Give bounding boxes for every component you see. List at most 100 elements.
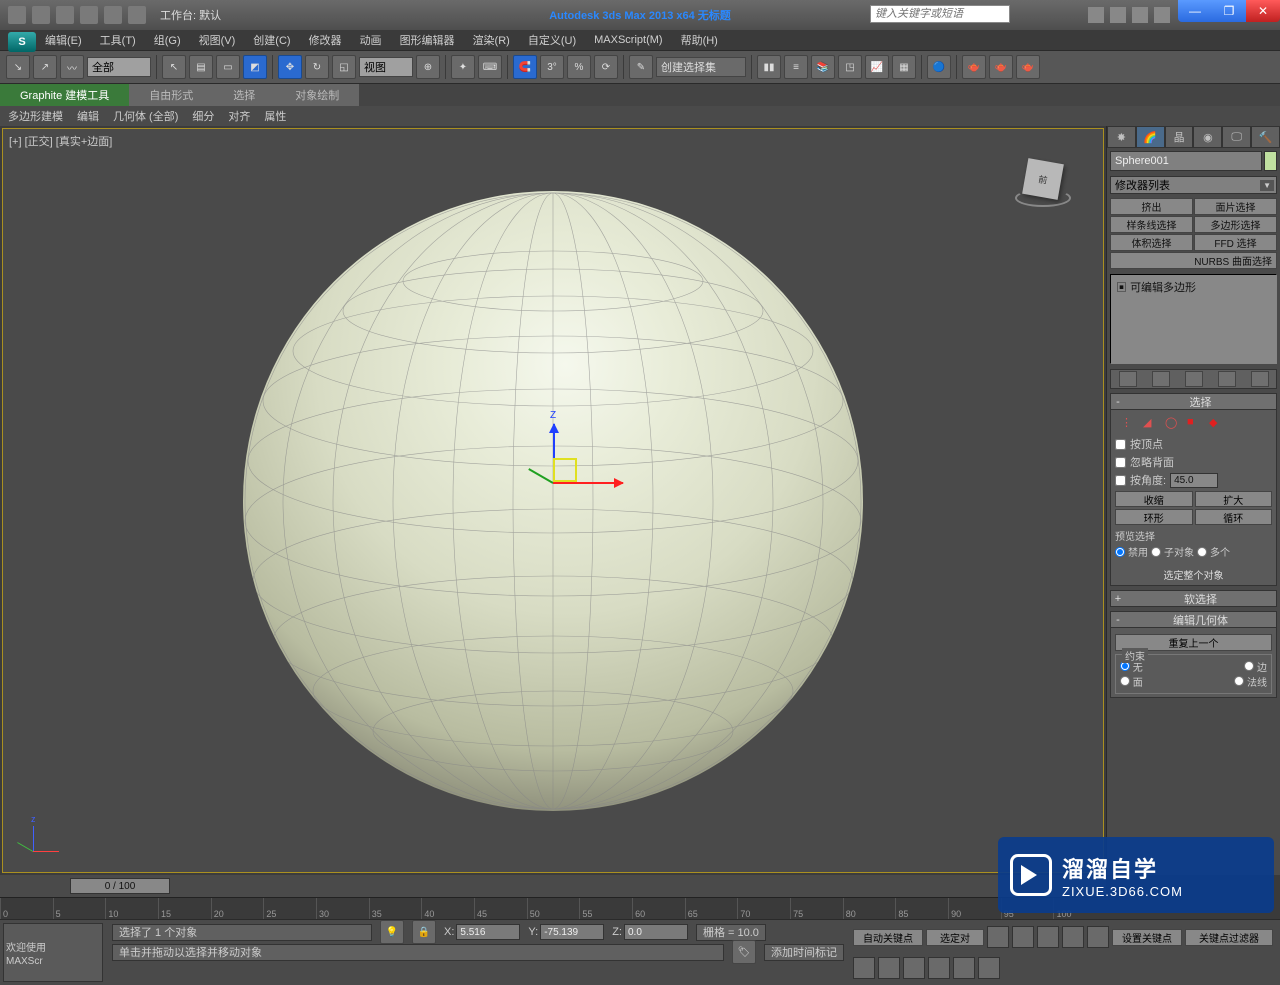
- ring-button[interactable]: 环形: [1115, 509, 1193, 525]
- display-tab-icon[interactable]: 🖵: [1222, 126, 1251, 148]
- nav-fov-icon[interactable]: [928, 957, 950, 979]
- align-icon[interactable]: ≡: [784, 55, 808, 79]
- select-region-icon[interactable]: ▭: [216, 55, 240, 79]
- layers-icon[interactable]: 📚: [811, 55, 835, 79]
- subtab-edit[interactable]: 编辑: [77, 108, 99, 124]
- help-search[interactable]: [870, 5, 1010, 23]
- btn-extrude[interactable]: 挤出: [1110, 198, 1193, 215]
- menu-edit[interactable]: 编辑(E): [45, 32, 82, 48]
- goto-start-icon[interactable]: [987, 926, 1009, 948]
- setkey-button[interactable]: 设置关键点: [1112, 929, 1182, 946]
- window-crossing-icon[interactable]: ◩: [243, 55, 267, 79]
- subobj-border-icon[interactable]: ◯: [1165, 416, 1181, 432]
- menu-grapheditors[interactable]: 图形编辑器: [400, 32, 455, 48]
- menu-customize[interactable]: 自定义(U): [528, 32, 576, 48]
- subobj-edge-icon[interactable]: ◢: [1143, 416, 1159, 432]
- angle-snap-icon[interactable]: 3°: [540, 55, 564, 79]
- select-scale-icon[interactable]: ◱: [332, 55, 356, 79]
- subtab-geometry[interactable]: 几何体 (全部): [113, 108, 178, 124]
- star-icon[interactable]: [1132, 7, 1148, 23]
- render-icon[interactable]: 🫖: [1016, 55, 1040, 79]
- next-frame-icon[interactable]: [1062, 926, 1084, 948]
- coord-x-field[interactable]: 5.516: [456, 924, 520, 940]
- wrench-icon[interactable]: [1110, 7, 1126, 23]
- menu-views[interactable]: 视图(V): [199, 32, 236, 48]
- subobj-polygon-icon[interactable]: ■: [1187, 416, 1203, 432]
- ribbon-tab-objectpaint[interactable]: 对象绘制: [275, 84, 359, 106]
- communication-icon[interactable]: [1088, 7, 1104, 23]
- select-rotate-icon[interactable]: ↻: [305, 55, 329, 79]
- nav-zoom-icon[interactable]: [878, 957, 900, 979]
- prev-frame-icon[interactable]: [1012, 926, 1034, 948]
- object-color-swatch[interactable]: [1264, 151, 1277, 171]
- schematic-icon[interactable]: ▦: [892, 55, 916, 79]
- new-icon[interactable]: [8, 6, 26, 24]
- utilities-tab-icon[interactable]: 🔨: [1251, 126, 1280, 148]
- save-icon[interactable]: [56, 6, 74, 24]
- keyboard-shortcut-icon[interactable]: ⌨: [478, 55, 502, 79]
- minimize-button[interactable]: —: [1178, 0, 1212, 22]
- subtab-properties[interactable]: 属性: [264, 108, 286, 124]
- add-time-tag[interactable]: 添加时间标记: [764, 944, 844, 961]
- play-icon[interactable]: [1037, 926, 1059, 948]
- help-search-input[interactable]: [870, 5, 1010, 23]
- lock-selection-icon[interactable]: 💡: [380, 920, 404, 944]
- time-slider-handle[interactable]: 0 / 100: [70, 878, 170, 894]
- bind-spacewarp-icon[interactable]: 〰: [60, 55, 84, 79]
- spinner-snap-icon[interactable]: ⟳: [594, 55, 618, 79]
- maximize-button[interactable]: ❐: [1212, 0, 1246, 22]
- modifier-stack[interactable]: ▣ 可编辑多边形: [1110, 274, 1277, 364]
- viewcube[interactable]: 前: [1013, 149, 1073, 209]
- rendered-frame-icon[interactable]: 🫖: [989, 55, 1013, 79]
- motion-tab-icon[interactable]: ◉: [1193, 126, 1222, 148]
- btn-volume-select[interactable]: 体积选择: [1110, 234, 1193, 251]
- menu-help[interactable]: 帮助(H): [681, 32, 718, 48]
- open-icon[interactable]: [32, 6, 50, 24]
- key-filters-button[interactable]: 关键点过滤器: [1185, 929, 1273, 946]
- autokey-button[interactable]: 自动关键点: [853, 929, 923, 946]
- move-gizmo[interactable]: [553, 482, 555, 484]
- link-tool-icon[interactable]: ↘: [6, 55, 30, 79]
- edit-named-sel-icon[interactable]: ✎: [629, 55, 653, 79]
- snap-toggle-icon[interactable]: 🧲: [513, 55, 537, 79]
- unlink-tool-icon[interactable]: ↗: [33, 55, 57, 79]
- rollout-softsel-head[interactable]: +软选择: [1110, 590, 1277, 607]
- undo-icon[interactable]: [80, 6, 98, 24]
- sphere-object[interactable]: [243, 191, 863, 811]
- show-end-result-icon[interactable]: [1152, 371, 1170, 387]
- ribbon-tab-freeform[interactable]: 自由形式: [129, 84, 213, 106]
- configure-sets-icon[interactable]: [1251, 371, 1269, 387]
- time-tag-icon[interactable]: 🏷: [732, 940, 756, 964]
- select-name-icon[interactable]: ▤: [189, 55, 213, 79]
- gizmo-x-axis-icon[interactable]: [553, 482, 623, 484]
- remove-modifier-icon[interactable]: [1218, 371, 1236, 387]
- viewcube-face[interactable]: 前: [1022, 158, 1064, 200]
- goto-end-icon[interactable]: [1087, 926, 1109, 948]
- menu-group[interactable]: 组(G): [154, 32, 181, 48]
- preview-subobj-radio[interactable]: [1151, 547, 1161, 557]
- pin-stack-icon[interactable]: [1119, 371, 1137, 387]
- nav-maximize-icon[interactable]: [978, 957, 1000, 979]
- make-unique-icon[interactable]: [1185, 371, 1203, 387]
- maxscript-mini-listener[interactable]: 欢迎使用 MAXScr: [3, 923, 103, 982]
- material-editor-icon[interactable]: 🔵: [927, 55, 951, 79]
- modifier-list-dropdown[interactable]: 修改器列表: [1110, 176, 1277, 194]
- by-angle-checkbox[interactable]: [1115, 475, 1126, 486]
- btn-poly-select[interactable]: 多边形选择: [1194, 216, 1277, 233]
- render-setup-icon[interactable]: 🫖: [962, 55, 986, 79]
- redo-icon[interactable]: [104, 6, 122, 24]
- help-icon[interactable]: [1154, 7, 1170, 23]
- ribbon-tab-selection[interactable]: 选择: [213, 84, 275, 106]
- constraint-normal-radio[interactable]: [1234, 676, 1244, 686]
- menu-rendering[interactable]: 渲染(R): [473, 32, 510, 48]
- pivot-center-icon[interactable]: ⊕: [416, 55, 440, 79]
- stack-item-editable-poly[interactable]: ▣ 可编辑多边形: [1114, 278, 1273, 296]
- preview-multi-radio[interactable]: [1197, 547, 1207, 557]
- create-tab-icon[interactable]: ✸: [1107, 126, 1136, 148]
- named-selection-set[interactable]: 创建选择集: [656, 57, 746, 77]
- select-move-icon[interactable]: ✥: [278, 55, 302, 79]
- subobj-element-icon[interactable]: ◆: [1209, 416, 1225, 432]
- btn-spline-select[interactable]: 样条线选择: [1110, 216, 1193, 233]
- btn-nurbs-select[interactable]: NURBS 曲面选择: [1110, 252, 1277, 269]
- menu-animation[interactable]: 动画: [360, 32, 382, 48]
